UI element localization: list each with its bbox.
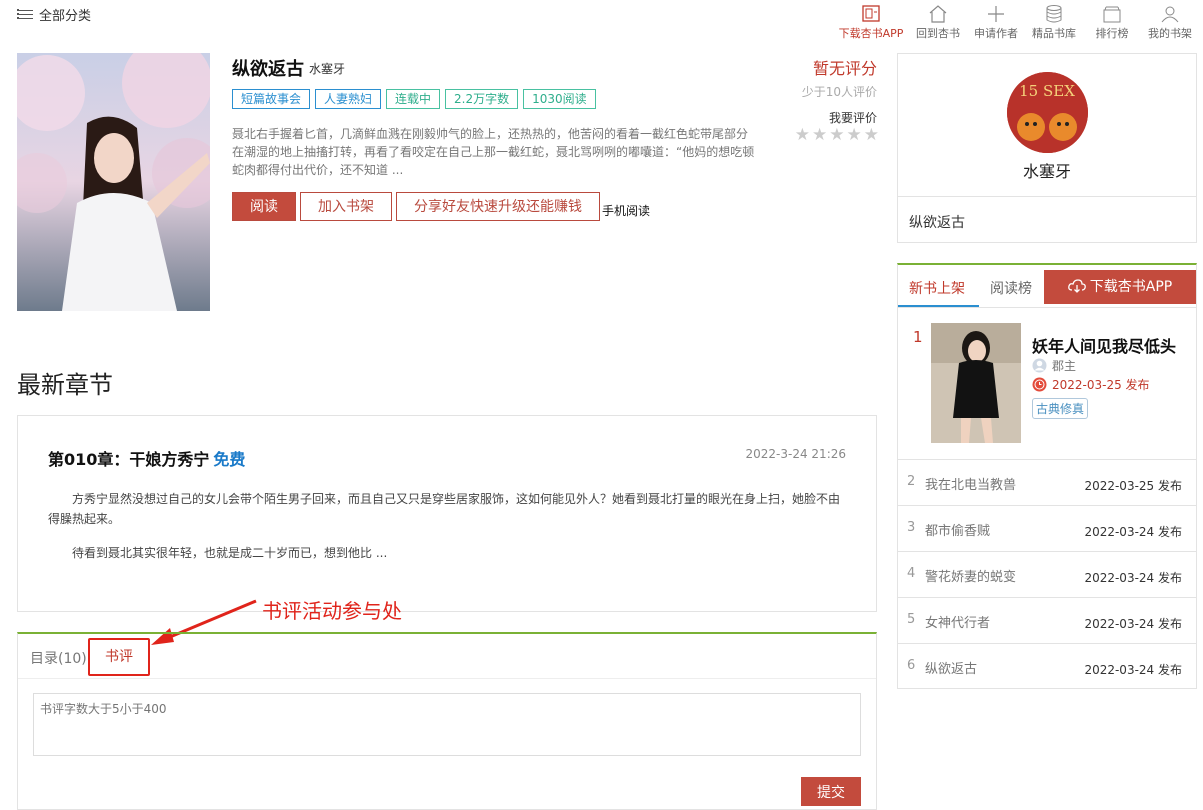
all-categories-link[interactable]: 全部分类: [17, 5, 92, 24]
database-icon: [1046, 5, 1062, 23]
book-title: 纵欲返古: [232, 59, 304, 80]
book-actions: 阅读 加入书架 分享好友快速升级还能赚钱 手机阅读: [232, 192, 650, 221]
star-icon[interactable]: ★: [795, 125, 810, 145]
star-icon[interactable]: ★: [864, 125, 879, 145]
book-cover[interactable]: [17, 53, 210, 311]
rank-date: 2022-03-24 发布: [1084, 571, 1182, 585]
rating-score: 暂无评分: [812, 59, 877, 78]
rank-row[interactable]: 5 女神代行者 2022-03-24 发布: [898, 597, 1196, 643]
rank-number: 4: [907, 566, 916, 581]
star-icon[interactable]: ★: [829, 125, 844, 145]
rank-row[interactable]: 3 都市偷香贼 2022-03-24 发布: [898, 505, 1196, 551]
tab-directory[interactable]: 目录(10): [30, 648, 87, 668]
annotation-text: 书评活动参与处: [262, 599, 402, 623]
author-name[interactable]: 水塞牙: [898, 158, 1196, 182]
tag-word-count: 2.2万字数: [445, 89, 519, 109]
tabs-divider: [898, 307, 1196, 308]
nav-my-shelf[interactable]: 我的书架: [1141, 4, 1199, 41]
rank-date: 2022-03-24 发布: [1084, 525, 1182, 539]
rank-row[interactable]: 6 纵欲返古 2022-03-24 发布: [898, 643, 1196, 689]
top-nav: 下载杏书APP 回到杏书 申请作者 精品书库 排行榜 我的书架: [833, 4, 1199, 41]
mobile-read-link[interactable]: 手机阅读: [602, 201, 650, 221]
rank-row[interactable]: 4 警花娇妻的蜕变 2022-03-24 发布: [898, 551, 1196, 597]
latest-chapter-heading: 最新章节: [17, 371, 113, 399]
chapter-excerpt-2: 待看到聂北其实很年轻，也就是成二十岁而已，想到他比 ...: [72, 546, 388, 560]
rank-number: 3: [907, 520, 916, 535]
tab-read-ranking[interactable]: 阅读榜: [990, 278, 1032, 298]
add-to-shelf-button[interactable]: 加入书架: [300, 192, 392, 221]
tab-new-books[interactable]: 新书上架: [909, 278, 965, 298]
review-input[interactable]: [33, 693, 861, 756]
rank-title: 都市偷香贼: [925, 524, 991, 539]
tag-read-count: 1030阅读: [523, 89, 596, 109]
list-icon: [17, 9, 33, 20]
share-button[interactable]: 分享好友快速升级还能赚钱: [396, 192, 600, 221]
rank-title: 警花娇妻的蜕变: [925, 570, 1017, 585]
svg-text:15 SEX: 15 SEX: [1019, 82, 1075, 100]
tag-subcategory[interactable]: 人妻熟妇: [315, 89, 382, 109]
rank-date: 2022-03-24 发布: [1084, 663, 1182, 677]
nav-download-app[interactable]: 下载杏书APP: [833, 4, 909, 41]
rank-number: 6: [907, 658, 916, 673]
author-card: 15 SEX 水塞牙 纵欲返古: [897, 53, 1197, 243]
latest-chapter-card: 第010章：干娘方秀宁 免费 2022-3-24 21:26 方秀宁显然没想过自己…: [17, 415, 877, 612]
chapter-excerpt-1: 方秀宁显然没想过自己的女儿会带个陌生男子回来，而且自己又只是穿些居家服饰，这如何…: [48, 492, 841, 526]
rank-title: 女神代行者: [925, 616, 991, 631]
rank-1-cover[interactable]: [931, 323, 1021, 443]
tablet-icon: [862, 5, 880, 22]
rating-count: 少于10人评价: [801, 85, 877, 99]
nav-apply-author[interactable]: 申请作者: [967, 4, 1025, 41]
submit-review-button[interactable]: 提交: [801, 777, 861, 806]
read-button[interactable]: 阅读: [232, 192, 296, 221]
chapter-time: 2022-3-24 21:26: [745, 447, 847, 461]
clock-icon: [1032, 377, 1047, 392]
rank-number: 1: [913, 328, 923, 346]
rate-link[interactable]: 我要评价: [829, 109, 877, 126]
author-book-link[interactable]: 纵欲返古: [909, 212, 965, 232]
cloud-download-icon: [1067, 279, 1086, 293]
chapter-title-link[interactable]: 第010章：干娘方秀宁 免费: [48, 446, 245, 470]
nav-ranking[interactable]: 排行榜: [1083, 4, 1141, 41]
nav-library[interactable]: 精品书库: [1025, 4, 1083, 41]
rank-date: 2022-03-25 发布: [1084, 479, 1182, 493]
book-tags: 短篇故事会 人妻熟妇 连载中 2.2万字数 1030阅读: [232, 89, 596, 109]
rank-row[interactable]: 2 我在北电当教兽 2022-03-25 发布: [898, 459, 1196, 505]
rank-title: 我在北电当教兽: [925, 478, 1017, 493]
rating-stars: ★ ★ ★ ★ ★: [795, 125, 879, 145]
nav-home[interactable]: 回到杏书: [909, 4, 967, 41]
all-categories-label: 全部分类: [39, 9, 92, 24]
user-avatar-icon: [1032, 358, 1047, 373]
tab-review[interactable]: 书评: [88, 638, 150, 676]
box-icon: [1103, 6, 1121, 23]
plus-icon: [988, 6, 1004, 22]
user-icon: [1161, 6, 1179, 23]
catalog-review-panel: 目录(10) 书评 提交: [17, 632, 877, 810]
rank-number: 5: [907, 612, 916, 627]
star-icon[interactable]: ★: [847, 125, 862, 145]
chapter-title: 第010章：干娘方秀宁: [48, 450, 210, 469]
book-description: 聂北右手握着匕首，几滴鲜血溅在刚毅帅气的脸上，还热热的，他苦闷的看着一截红色蛇带…: [232, 127, 755, 177]
star-icon[interactable]: ★: [812, 125, 827, 145]
download-app-button[interactable]: 下载杏书APP: [1044, 270, 1196, 304]
author-divider: [898, 196, 1196, 197]
tab-divider: [18, 678, 876, 679]
rank-date: 2022-03-24 发布: [1084, 617, 1182, 631]
rank-1-title[interactable]: 妖年人间见我尽低头: [1032, 333, 1176, 357]
rank-1-genre-tag[interactable]: 古典修真: [1032, 398, 1089, 419]
rank-title: 纵欲返古: [925, 662, 978, 677]
rank-1-author: 郡主: [1032, 357, 1076, 374]
rank-number: 2: [907, 474, 916, 489]
rank-1-date: 2022-03-25 发布: [1032, 376, 1150, 393]
free-badge: 免费: [213, 450, 246, 469]
avatar[interactable]: 15 SEX: [1007, 72, 1088, 153]
tag-status: 连载中: [386, 89, 441, 109]
book-author[interactable]: 水塞牙: [309, 60, 345, 77]
ranking-panel: 新书上架 阅读榜 下载杏书APP 1 妖年人间见我尽低头 郡主 2022-03-…: [897, 263, 1197, 689]
tag-category[interactable]: 短篇故事会: [232, 89, 311, 109]
home-icon: [929, 5, 947, 23]
